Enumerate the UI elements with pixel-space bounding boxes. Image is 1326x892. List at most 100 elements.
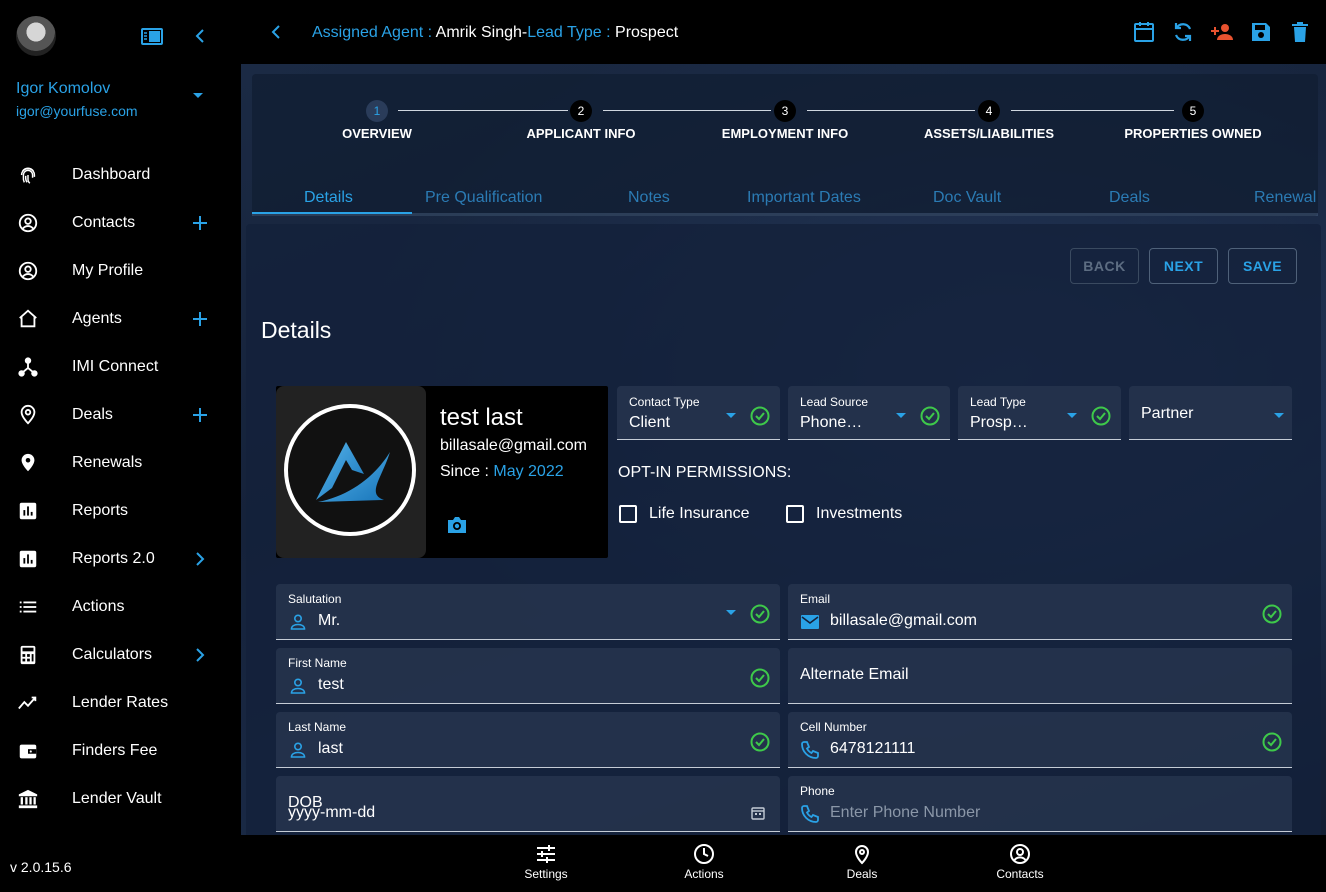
first-name-value: test [318,676,344,693]
assigned-agent-label: Assigned Agent : [312,24,436,41]
location-outline-icon [20,404,36,425]
sidebar-item-dashboard[interactable]: Dashboard [0,151,241,199]
step-overview[interactable]: 1 OVERVIEW [287,100,467,141]
plus-icon[interactable] [190,309,210,329]
save-button[interactable]: SAVE [1228,248,1297,284]
mail-icon [801,615,819,629]
chevron-down-icon [1067,413,1077,418]
life-insurance-checkbox[interactable]: Life Insurance [619,505,750,523]
delete-icon[interactable] [1288,20,1312,44]
save-icon[interactable] [1249,20,1273,44]
phone-field[interactable]: Phone Enter Phone Number [788,776,1292,832]
investments-checkbox[interactable]: Investments [786,505,902,523]
sidebar-item-label: Renewals [72,454,143,471]
sidebar-item-my-profile[interactable]: My Profile [0,247,241,295]
lead-source-select[interactable]: Lead Source Phone… [788,386,950,440]
phone-placeholder: Enter Phone Number [830,804,981,821]
back-button[interactable]: BACK [1070,248,1139,284]
tab-doc-vault[interactable]: Doc Vault [933,189,1001,207]
chevron-right-icon[interactable] [190,645,210,665]
tab-important-dates[interactable]: Important Dates [747,189,861,207]
check-circle-icon [750,732,770,752]
email-field[interactable]: Email billasale@gmail.com [788,584,1292,640]
bottom-nav-actions[interactable]: Actions [644,843,764,881]
next-button[interactable]: NEXT [1149,248,1218,284]
fingerprint-icon [20,167,36,184]
sidebar-item-lender-rates[interactable]: Lender Rates [0,679,241,727]
user-name: Igor Komolov [16,80,111,97]
sidebar-panel-icon[interactable] [141,28,163,45]
sidebar-item-calculators[interactable]: Calculators [0,631,241,679]
step-applicant-info[interactable]: 2 APPLICANT INFO [491,100,671,141]
first-name-field[interactable]: First Name test [276,648,780,704]
life-insurance-label: Life Insurance [649,505,750,522]
sidebar-item-imi-connect[interactable]: IMI Connect [0,343,241,391]
email-label: Email [800,592,831,606]
location-filled-icon [21,453,35,472]
add-person-icon[interactable] [1210,20,1234,44]
sidebar-item-contacts[interactable]: Contacts [0,199,241,247]
last-name-field[interactable]: Last Name last [276,712,780,768]
tab-notes[interactable]: Notes [628,189,670,207]
tab-bar: Details Pre Qualification Notes Importan… [252,175,1318,216]
bottom-nav-contacts[interactable]: Contacts [960,843,1080,881]
person-icon [290,742,306,758]
last-name-value: last [318,740,343,757]
checkbox-box[interactable] [786,505,804,523]
profile-logo[interactable] [276,386,426,558]
sidebar-item-finders-fee[interactable]: Finders Fee [0,727,241,775]
calendar-icon[interactable] [750,805,766,821]
last-name-label: Last Name [288,720,347,734]
step-label: APPLICANT INFO [526,126,636,141]
contact-type-label: Contact Type [629,395,700,409]
bottom-nav: Settings Actions Deals Contacts [241,835,1326,892]
back-chevron-icon[interactable] [269,24,283,40]
sidebar-item-label: Calculators [72,646,153,663]
bottom-nav-settings[interactable]: Settings [486,843,606,881]
chevron-left-icon[interactable] [192,27,208,45]
sidebar-item-lender-vault[interactable]: Lender Vault [0,775,241,823]
chevron-down-icon [1274,413,1284,418]
bottom-nav-deals[interactable]: Deals [802,843,922,881]
chevron-right-icon[interactable] [190,549,210,569]
lead-type-select[interactable]: Lead Type Prosp… [958,386,1121,440]
sidebar-item-deals[interactable]: Deals [0,391,241,439]
sidebar-item-reports-2[interactable]: Reports 2.0 [0,535,241,583]
salutation-select[interactable]: Salutation Mr. [276,584,780,640]
sidebar-item-label: Lender Rates [72,694,169,711]
contact-type-select[interactable]: Contact Type Client [617,386,780,440]
cell-number-field[interactable]: Cell Number 6478121111 [788,712,1292,768]
tab-details[interactable]: Details [304,189,353,207]
bottom-nav-label: Actions [684,867,724,881]
user-menu-caret-icon[interactable] [193,93,203,98]
alternate-email-field[interactable]: Alternate Email [788,648,1292,704]
sidebar-item-reports[interactable]: Reports [0,487,241,535]
stepper-card: 1 OVERVIEW 2 APPLICANT INFO 3 EMPLOYMENT… [252,74,1318,216]
sidebar-item-label: My Profile [72,262,144,279]
sidebar-item-label: IMI Connect [72,358,159,375]
main-content: 1 OVERVIEW 2 APPLICANT INFO 3 EMPLOYMENT… [241,64,1326,835]
dob-field[interactable]: DOB yyyy-mm-dd [276,776,780,832]
tab-renewal[interactable]: Renewal [1254,189,1316,207]
checkbox-box[interactable] [619,505,637,523]
sidebar-item-actions[interactable]: Actions [0,583,241,631]
camera-icon[interactable] [446,515,468,535]
bottom-nav-label: Settings [524,867,568,881]
step-properties-owned[interactable]: 5 PROPERTIES OWNED [1103,100,1283,141]
calendar-icon[interactable] [1132,20,1156,44]
list-icon [19,601,37,613]
step-number: 5 [1182,100,1204,122]
plus-icon[interactable] [190,213,210,233]
sidebar-item-agents[interactable]: Agents [0,295,241,343]
tab-deals[interactable]: Deals [1109,189,1150,207]
step-employment-info[interactable]: 3 EMPLOYMENT INFO [695,100,875,141]
step-assets-liabilities[interactable]: 4 ASSETS/LIABILITIES [899,100,1079,141]
sync-icon[interactable] [1171,20,1195,44]
header-title: Assigned Agent : Amrik Singh-Lead Type :… [312,24,678,42]
tab-pre-qualification[interactable]: Pre Qualification [425,189,542,207]
step-label: ASSETS/LIABILITIES [923,126,1054,141]
sidebar-item-renewals[interactable]: Renewals [0,439,241,487]
plus-icon[interactable] [190,405,210,425]
partner-select[interactable]: Partner [1129,386,1292,440]
avatar[interactable] [16,16,56,56]
